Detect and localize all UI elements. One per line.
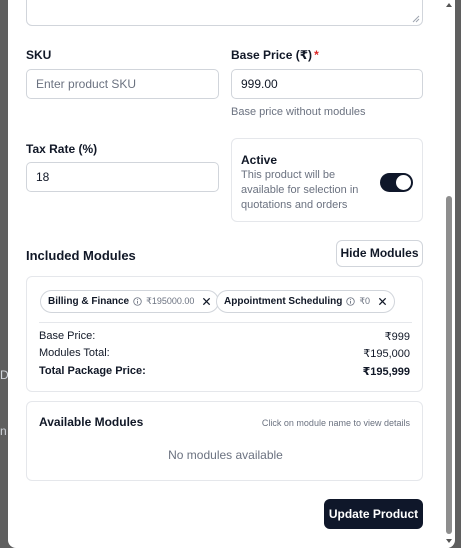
info-icon[interactable] <box>133 297 142 306</box>
available-modules-title: Available Modules <box>39 415 144 429</box>
summary-modules-total-value: ₹195,000 <box>363 348 410 360</box>
scroll-up-arrow-icon[interactable] <box>445 0 453 10</box>
summary-total-value: ₹195,999 <box>362 366 410 378</box>
close-icon[interactable] <box>202 297 211 306</box>
no-modules-message: No modules available <box>168 448 283 462</box>
base-price-hint: Base price without modules <box>231 106 366 118</box>
available-modules-box: Available Modules Click on module name t… <box>26 401 423 481</box>
module-chip-billing-finance[interactable]: Billing & Finance ₹195000.00 <box>40 290 220 313</box>
hide-modules-button[interactable]: Hide Modules <box>336 240 423 267</box>
scroll-down-arrow-icon[interactable] <box>445 536 453 546</box>
required-mark: * <box>314 48 319 62</box>
included-modules-title: Included Modules <box>26 248 136 263</box>
module-chip-appointment-scheduling[interactable]: Appointment Scheduling ₹0 <box>216 290 396 313</box>
description-textarea[interactable] <box>26 0 423 26</box>
edit-product-dialog: SKU Base Price (₹)* 999.00 Base price wi… <box>8 0 455 548</box>
summary-divider <box>39 322 412 323</box>
background-fragment-n: n <box>0 424 7 438</box>
active-title: Active <box>241 153 278 167</box>
base-price-label-text: Base Price (₹) <box>231 48 313 62</box>
summary-base-price-value: ₹999 <box>384 331 410 343</box>
active-setting-card: Active This product will be available fo… <box>231 138 423 222</box>
resize-grip-icon[interactable] <box>412 15 420 23</box>
included-modules-box: Billing & Finance ₹195000.00 Appointment… <box>26 276 423 392</box>
sku-input[interactable] <box>26 69 219 99</box>
active-toggle[interactable] <box>380 173 413 192</box>
summary-modules-total-label: Modules Total: <box>39 347 110 359</box>
update-product-button[interactable]: Update Product <box>324 499 423 529</box>
module-chip-name[interactable]: Billing & Finance <box>48 296 129 307</box>
active-description: This product will be available for selec… <box>241 169 359 211</box>
tax-rate-input[interactable]: 18 <box>26 162 219 192</box>
available-modules-hint: Click on module name to view details <box>261 418 410 428</box>
module-chip-price: ₹0 <box>359 296 371 306</box>
scrollbar[interactable] <box>445 0 453 548</box>
info-icon[interactable] <box>346 297 356 306</box>
module-chip-price: ₹195000.00 <box>146 296 195 306</box>
tax-rate-label: Tax Rate (%) <box>26 142 98 156</box>
base-price-label: Base Price (₹) * <box>231 48 319 62</box>
module-chip-name[interactable]: Appointment Scheduling <box>224 296 342 307</box>
toggle-knob <box>396 175 411 190</box>
summary-base-price-label: Base Price: <box>39 330 96 342</box>
sku-label: SKU <box>26 48 52 62</box>
summary-total-label: Total Package Price: <box>39 365 146 377</box>
scrollbar-thumb[interactable] <box>446 196 452 534</box>
close-icon[interactable] <box>378 297 387 306</box>
base-price-input[interactable]: 999.00 <box>231 69 423 99</box>
